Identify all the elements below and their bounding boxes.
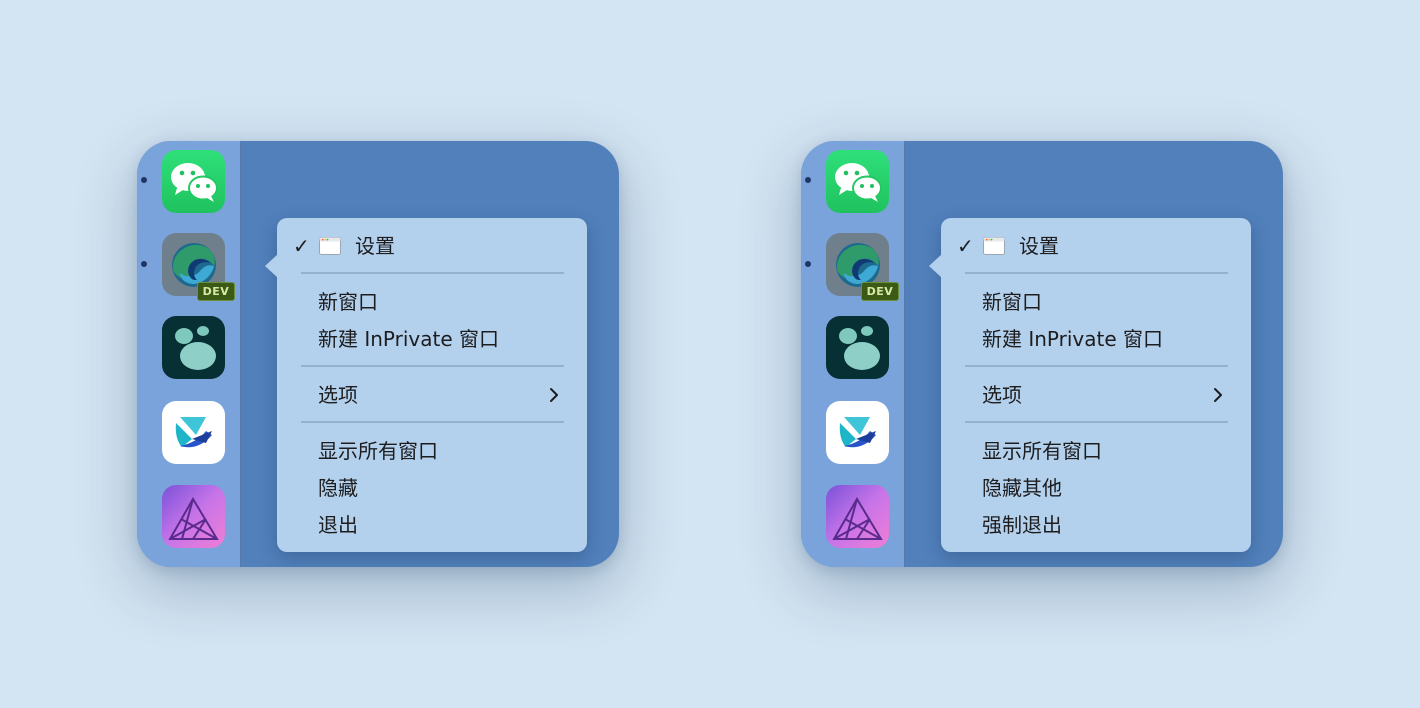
- menu-separator: [301, 421, 564, 423]
- checkmark-icon: ✓: [293, 234, 310, 258]
- affinity-photo-icon[interactable]: [826, 485, 889, 548]
- menu-item-label: 选项: [318, 383, 358, 407]
- dock-panel-right: DEV ✓ 设置 新窗口 新建 InPrivate 窗口 选项 显示所有窗口 隐…: [801, 141, 1283, 567]
- running-indicator: [141, 177, 147, 183]
- menu-item-new-inprivate[interactable]: 新建 InPrivate 窗口: [277, 322, 587, 356]
- menu-item-show-all[interactable]: 显示所有窗口: [277, 434, 587, 468]
- wechat-icon[interactable]: [826, 150, 889, 213]
- menu-item-label: 强制退出: [982, 513, 1062, 537]
- menu-separator: [301, 272, 564, 274]
- app3-icon[interactable]: [826, 316, 889, 379]
- affinity-photo-icon[interactable]: [162, 485, 225, 548]
- menu-item-new-window[interactable]: 新窗口: [277, 285, 587, 319]
- menu-item-label: 选项: [982, 383, 1022, 407]
- menu-item-new-window[interactable]: 新窗口: [941, 285, 1251, 319]
- menu-item-settings[interactable]: ✓ 设置: [941, 229, 1251, 263]
- menu-item-hide[interactable]: 隐藏: [277, 471, 587, 505]
- dev-badge: DEV: [197, 282, 235, 301]
- menu-item-label: 显示所有窗口: [982, 439, 1102, 463]
- menu-item-label: 新建 InPrivate 窗口: [318, 327, 500, 351]
- dev-badge: DEV: [861, 282, 899, 301]
- menu-item-options[interactable]: 选项: [941, 378, 1251, 412]
- lark-icon[interactable]: [826, 401, 889, 464]
- running-indicator: [805, 261, 811, 267]
- wechat-icon[interactable]: [162, 150, 225, 213]
- app3-icon[interactable]: [162, 316, 225, 379]
- menu-item-label: 新窗口: [982, 290, 1042, 314]
- chevron-right-icon: [1214, 388, 1222, 402]
- menu-item-label: 新建 InPrivate 窗口: [982, 327, 1164, 351]
- menu-separator: [965, 272, 1228, 274]
- chevron-right-icon: [550, 388, 558, 402]
- menu-title-label: 设置: [1019, 234, 1059, 258]
- menu-title-label: 设置: [355, 234, 395, 258]
- dock-panel-left: DEV ✓ 设置 新窗口 新建 InPrivate 窗口 选项 显示所有窗口 隐…: [137, 141, 619, 567]
- menu-item-label: 隐藏其他: [982, 476, 1062, 500]
- menu-item-show-all[interactable]: 显示所有窗口: [941, 434, 1251, 468]
- context-menu: ✓ 设置 新窗口 新建 InPrivate 窗口 选项 显示所有窗口 隐藏 退出: [265, 218, 587, 552]
- lark-icon[interactable]: [162, 401, 225, 464]
- dock: DEV: [801, 141, 905, 567]
- running-indicator: [805, 177, 811, 183]
- menu-item-options[interactable]: 选项: [277, 378, 587, 412]
- menu-item-hide-others[interactable]: 隐藏其他: [941, 471, 1251, 505]
- menu-item-label: 显示所有窗口: [318, 439, 438, 463]
- menu-item-force-quit[interactable]: 强制退出: [941, 508, 1251, 542]
- menu-item-new-inprivate[interactable]: 新建 InPrivate 窗口: [941, 322, 1251, 356]
- dock: DEV: [137, 141, 241, 567]
- window-icon: [319, 237, 341, 255]
- window-icon: [983, 237, 1005, 255]
- menu-separator: [301, 365, 564, 367]
- running-indicator: [141, 261, 147, 267]
- menu-item-label: 隐藏: [318, 476, 358, 500]
- menu-item-label: 新窗口: [318, 290, 378, 314]
- menu-item-settings[interactable]: ✓ 设置: [277, 229, 587, 263]
- checkmark-icon: ✓: [957, 234, 974, 258]
- menu-item-quit[interactable]: 退出: [277, 508, 587, 542]
- context-menu: ✓ 设置 新窗口 新建 InPrivate 窗口 选项 显示所有窗口 隐藏其他 …: [929, 218, 1251, 552]
- menu-item-label: 退出: [318, 513, 358, 537]
- menu-separator: [965, 421, 1228, 423]
- menu-separator: [965, 365, 1228, 367]
